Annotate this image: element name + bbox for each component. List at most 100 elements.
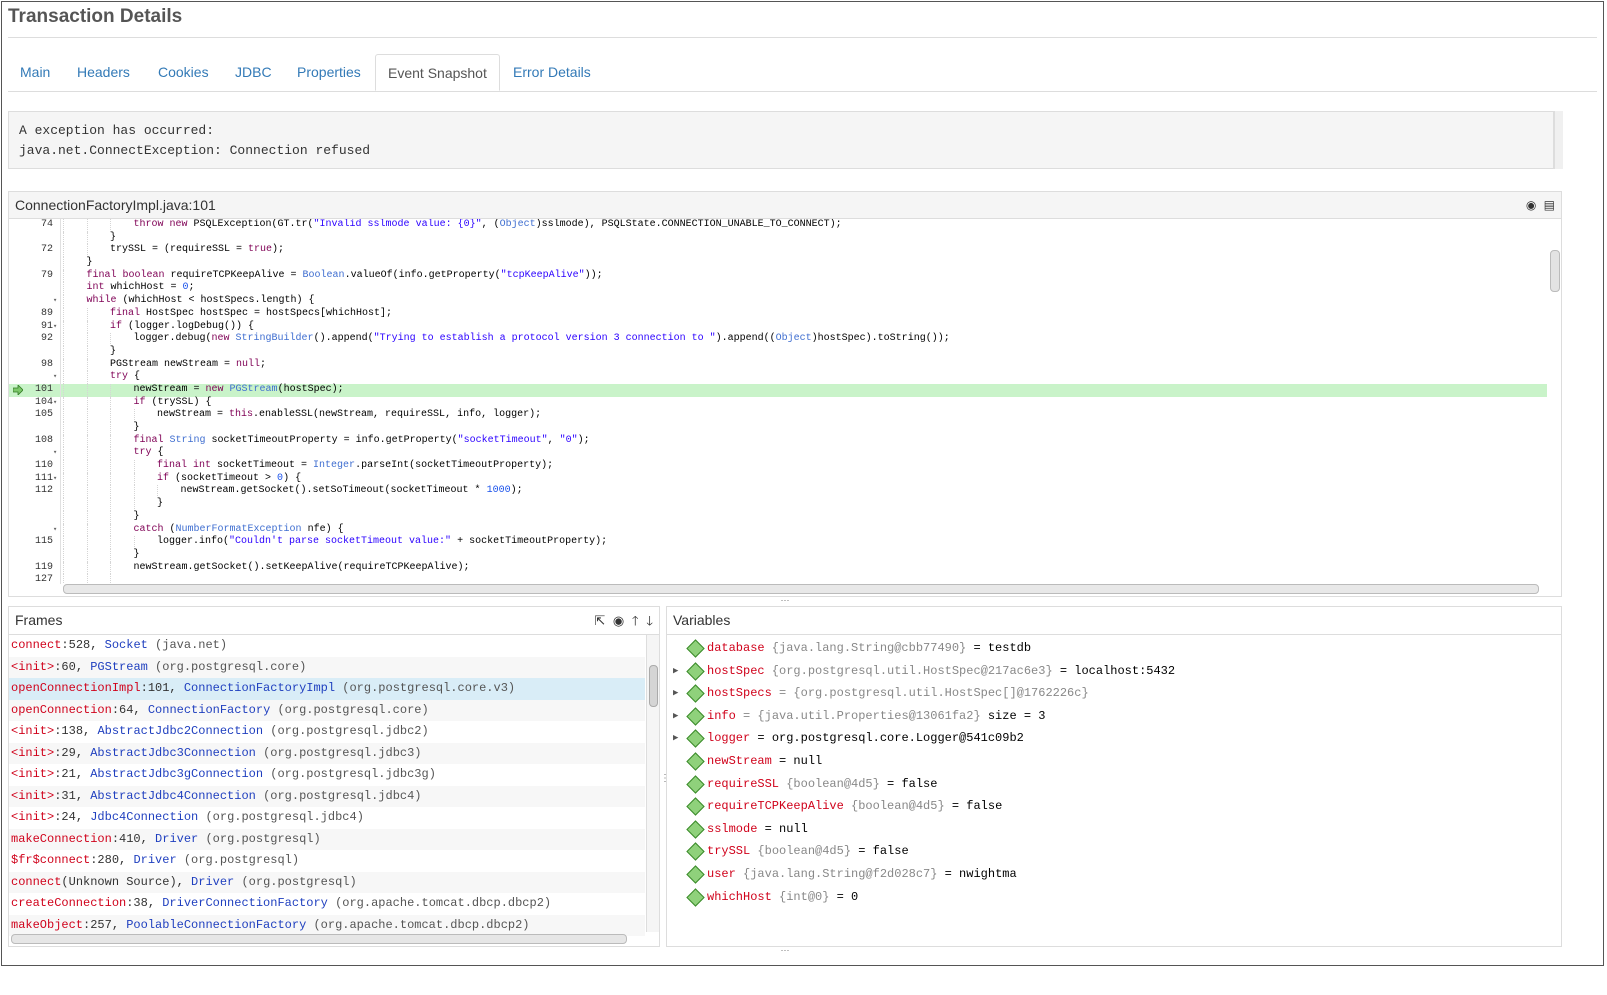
tab-main[interactable]: Main xyxy=(8,54,62,90)
code-text: throw new PSQLException(GT.tr("Invalid s… xyxy=(133,219,842,230)
frame-method: <init> xyxy=(11,810,55,824)
indent-guide xyxy=(63,371,65,384)
indent-guide xyxy=(63,269,65,283)
source-horizontal-scrollbar[interactable] xyxy=(63,584,1539,594)
code-text: final HostSpec hostSpec = hostSpecs[whic… xyxy=(110,307,393,319)
indent-guide xyxy=(110,523,112,537)
stack-frame[interactable]: createConnection:38, DriverConnectionFac… xyxy=(9,893,645,915)
variable-name: logger xyxy=(707,731,751,746)
code-text: logger.info("Couldn't parse socketTimeou… xyxy=(157,536,608,548)
frame-package: (org.apache.tomcat.dbcp.dbcp2) xyxy=(306,917,530,932)
frame-class: ConnectionFactoryImpl xyxy=(183,681,336,695)
line-number: 72 xyxy=(40,244,53,256)
tab-headers[interactable]: Headers xyxy=(65,54,142,90)
gutter-divider xyxy=(60,345,61,359)
indent-guide xyxy=(110,409,112,422)
indent-guide xyxy=(133,472,136,486)
stack-frame[interactable]: makeObject:257, PoolableConnectionFactor… xyxy=(9,914,645,936)
expand-arrow-icon[interactable]: ▶ xyxy=(673,705,683,728)
variable-value: size = 3 xyxy=(980,708,1046,723)
stack-frame[interactable]: connect:528, Socket (java.net) xyxy=(9,635,645,657)
source-vertical-scrollbar[interactable] xyxy=(1549,222,1560,582)
stack-frame[interactable]: $fr$connect:280, Driver (org.postgresql) xyxy=(9,850,645,872)
code-text: logger.debug(new StringBuilder().append(… xyxy=(133,333,950,345)
indent-guide xyxy=(63,307,65,321)
indent-guide xyxy=(63,383,65,397)
indent-guide xyxy=(110,498,112,511)
indent-guide xyxy=(86,523,89,537)
gutter-divider xyxy=(60,447,61,461)
code-line: } xyxy=(9,231,1547,245)
variable-name: trySSL xyxy=(707,844,751,859)
tab-jdbc[interactable]: JDBC xyxy=(223,54,284,90)
indent-guide xyxy=(63,498,65,511)
arrow-up-icon[interactable]: 🡑 xyxy=(632,607,639,634)
indent-guide xyxy=(86,460,89,473)
bottom-splitter-handle[interactable]: ⋯ xyxy=(8,946,1562,955)
frame-line: :101, xyxy=(140,681,184,695)
indent-guide xyxy=(110,485,112,499)
scrollbar-thumb[interactable] xyxy=(1550,250,1560,292)
code-text: try { xyxy=(133,447,164,459)
indent-guide xyxy=(86,409,89,422)
source-code-panel: ConnectionFactoryImpl.java:101 ◉ ▤ 74 thr… xyxy=(8,191,1562,597)
frame-method: createConnection xyxy=(11,896,127,910)
tab-cookies[interactable]: Cookies xyxy=(146,54,221,90)
indent-guide xyxy=(63,358,65,372)
tab-properties[interactable]: Properties xyxy=(285,54,373,90)
indent-guide xyxy=(63,231,65,245)
expand-arrow-icon[interactable]: ▶ xyxy=(673,682,683,705)
frame-method: connect xyxy=(11,638,62,652)
frame-method: connect xyxy=(11,874,62,889)
exception-scrollbar[interactable] xyxy=(1554,111,1563,169)
tab-error-details[interactable]: Error Details xyxy=(501,54,603,90)
indent-guide xyxy=(110,219,112,232)
stack-frame[interactable]: makeConnection:410, Driver (org.postgres… xyxy=(9,828,645,850)
stack-frame[interactable]: <init>:24, Jdbc4Connection (org.postgres… xyxy=(9,807,645,829)
frame-package: (org.postgresql) xyxy=(234,874,357,889)
arrow-down-icon[interactable]: 🡓 xyxy=(646,607,653,634)
gutter-divider xyxy=(60,320,61,334)
gutter-divider xyxy=(60,295,61,308)
frame-class: ConnectionFactory xyxy=(147,702,271,717)
indent-guide xyxy=(110,383,112,397)
indent-guide xyxy=(110,536,112,549)
frame-class: PGStream xyxy=(90,659,148,674)
variable-value: = null xyxy=(757,821,808,836)
expand-arrow-icon[interactable]: ▶ xyxy=(673,727,683,750)
frame-method: makeObject xyxy=(11,917,84,932)
line-number: 101 xyxy=(34,383,53,395)
gutter-divider xyxy=(60,510,61,524)
frames-vertical-scrollbar[interactable] xyxy=(646,635,659,932)
target-icon[interactable]: ◉ xyxy=(1526,192,1536,218)
variable-text: trySSL {boolean@4d5} = false xyxy=(707,840,909,863)
line-number: 91 xyxy=(40,320,53,332)
stack-frame[interactable]: <init>:60, PGStream (org.postgresql.core… xyxy=(9,656,645,678)
stack-frame[interactable]: <init>:138, AbstractJdbc2Connection (org… xyxy=(9,721,645,743)
external-link-icon[interactable]: ⇱ xyxy=(594,607,605,634)
indent-guide xyxy=(110,510,112,524)
stack-frame[interactable]: <init>:29, AbstractJdbc3Connection (org.… xyxy=(9,742,645,764)
code-text: int whichHost = 0; xyxy=(86,282,195,294)
stack-frame[interactable]: <init>:21, AbstractJdbc3gConnection (org… xyxy=(9,764,645,786)
source-code-view[interactable]: 74 throw new PSQLException(GT.tr("Invalid… xyxy=(9,219,1547,584)
horizontal-splitter-handle[interactable]: ⋯ xyxy=(8,596,1562,605)
tab-event-snapshot[interactable]: Event Snapshot xyxy=(375,54,500,91)
scrollbar-thumb[interactable] xyxy=(649,665,658,707)
stack-frame[interactable]: <init>:31, AbstractJdbc4Connection (org.… xyxy=(9,785,645,807)
frame-line: :280, xyxy=(90,853,134,867)
list-icon[interactable]: ▤ xyxy=(1544,192,1555,218)
exception-line-2: java.net.ConnectException: Connection re… xyxy=(19,142,371,158)
line-number: 119 xyxy=(34,561,53,573)
indent-guide xyxy=(63,244,65,258)
stack-frame[interactable]: openConnection:64, ConnectionFactory (or… xyxy=(9,699,645,721)
indent-guide xyxy=(133,409,136,422)
frames-horizontal-scrollbar[interactable] xyxy=(11,934,627,944)
stack-frame[interactable]: connect(Unknown Source), Driver (org.pos… xyxy=(9,871,645,893)
target-icon[interactable]: ◉ xyxy=(613,607,624,634)
variable-value: = 0 xyxy=(829,889,859,904)
expand-arrow-icon[interactable]: ▶ xyxy=(673,660,683,683)
selected-stack-frame[interactable]: openConnectionImpl:101, ConnectionFactor… xyxy=(9,678,645,700)
code-line: ▾ while (whichHost < hostSpecs.length) { xyxy=(9,295,1547,308)
indent-guide xyxy=(133,485,136,499)
